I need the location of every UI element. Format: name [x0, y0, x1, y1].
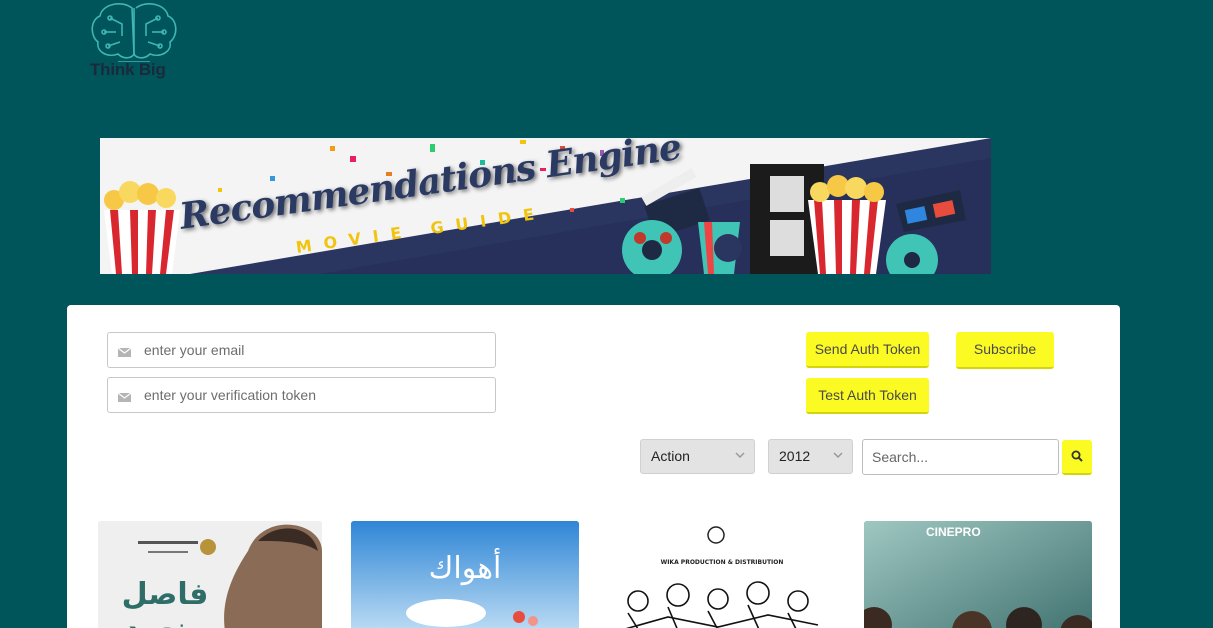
subscription-panel: Send Auth Token Test Auth Token Subscrib… — [67, 305, 1120, 628]
movie-poster-title: فاصل ونعود — [121, 577, 209, 628]
think-big-logo[interactable]: Think Big — [88, 2, 184, 84]
email-field[interactable] — [107, 332, 496, 368]
movie-poster-brand: CINEPRO — [926, 525, 981, 539]
chevron-down-icon — [735, 452, 745, 459]
logo-text: Think Big — [90, 60, 166, 79]
send-auth-token-button[interactable]: Send Auth Token — [806, 332, 929, 368]
verification-token-input[interactable] — [144, 378, 490, 412]
popcorn-right-icon — [808, 175, 886, 274]
movie-poster[interactable]: فاصل ونعود — [98, 521, 322, 628]
envelope-icon — [118, 393, 131, 402]
year-select-value: 2012 — [779, 448, 811, 464]
search-icon — [1071, 450, 1083, 462]
brain-circuit-icon — [91, 3, 177, 62]
genre-select-value: Action — [651, 448, 690, 464]
movie-poster[interactable]: WIKA PRODUCTION & DISTRIBUTION — [608, 521, 836, 628]
genre-select[interactable]: Action — [640, 439, 755, 474]
email-input[interactable] — [144, 333, 490, 367]
envelope-icon — [118, 348, 131, 357]
search-button[interactable] — [1062, 440, 1092, 475]
movie-poster-image — [608, 521, 836, 628]
hero-banner: Recommendations Engine MOVIE GUIDE — [100, 138, 991, 274]
verification-token-field[interactable] — [107, 377, 496, 413]
test-auth-token-button[interactable]: Test Auth Token — [806, 378, 929, 414]
movie-search-input[interactable] — [872, 440, 1056, 474]
chevron-down-icon — [833, 452, 843, 459]
year-select[interactable]: 2012 — [768, 439, 853, 474]
movie-poster[interactable]: أهواك — [351, 521, 579, 628]
popcorn-left-icon — [104, 181, 180, 274]
movie-search-field[interactable] — [862, 439, 1059, 475]
movie-poster-title: أهواك — [428, 551, 502, 586]
movie-poster-caption: WIKA PRODUCTION & DISTRIBUTION — [660, 559, 784, 566]
subscribe-button[interactable]: Subscribe — [956, 332, 1054, 369]
movie-poster[interactable]: CINEPRO — [864, 521, 1092, 628]
